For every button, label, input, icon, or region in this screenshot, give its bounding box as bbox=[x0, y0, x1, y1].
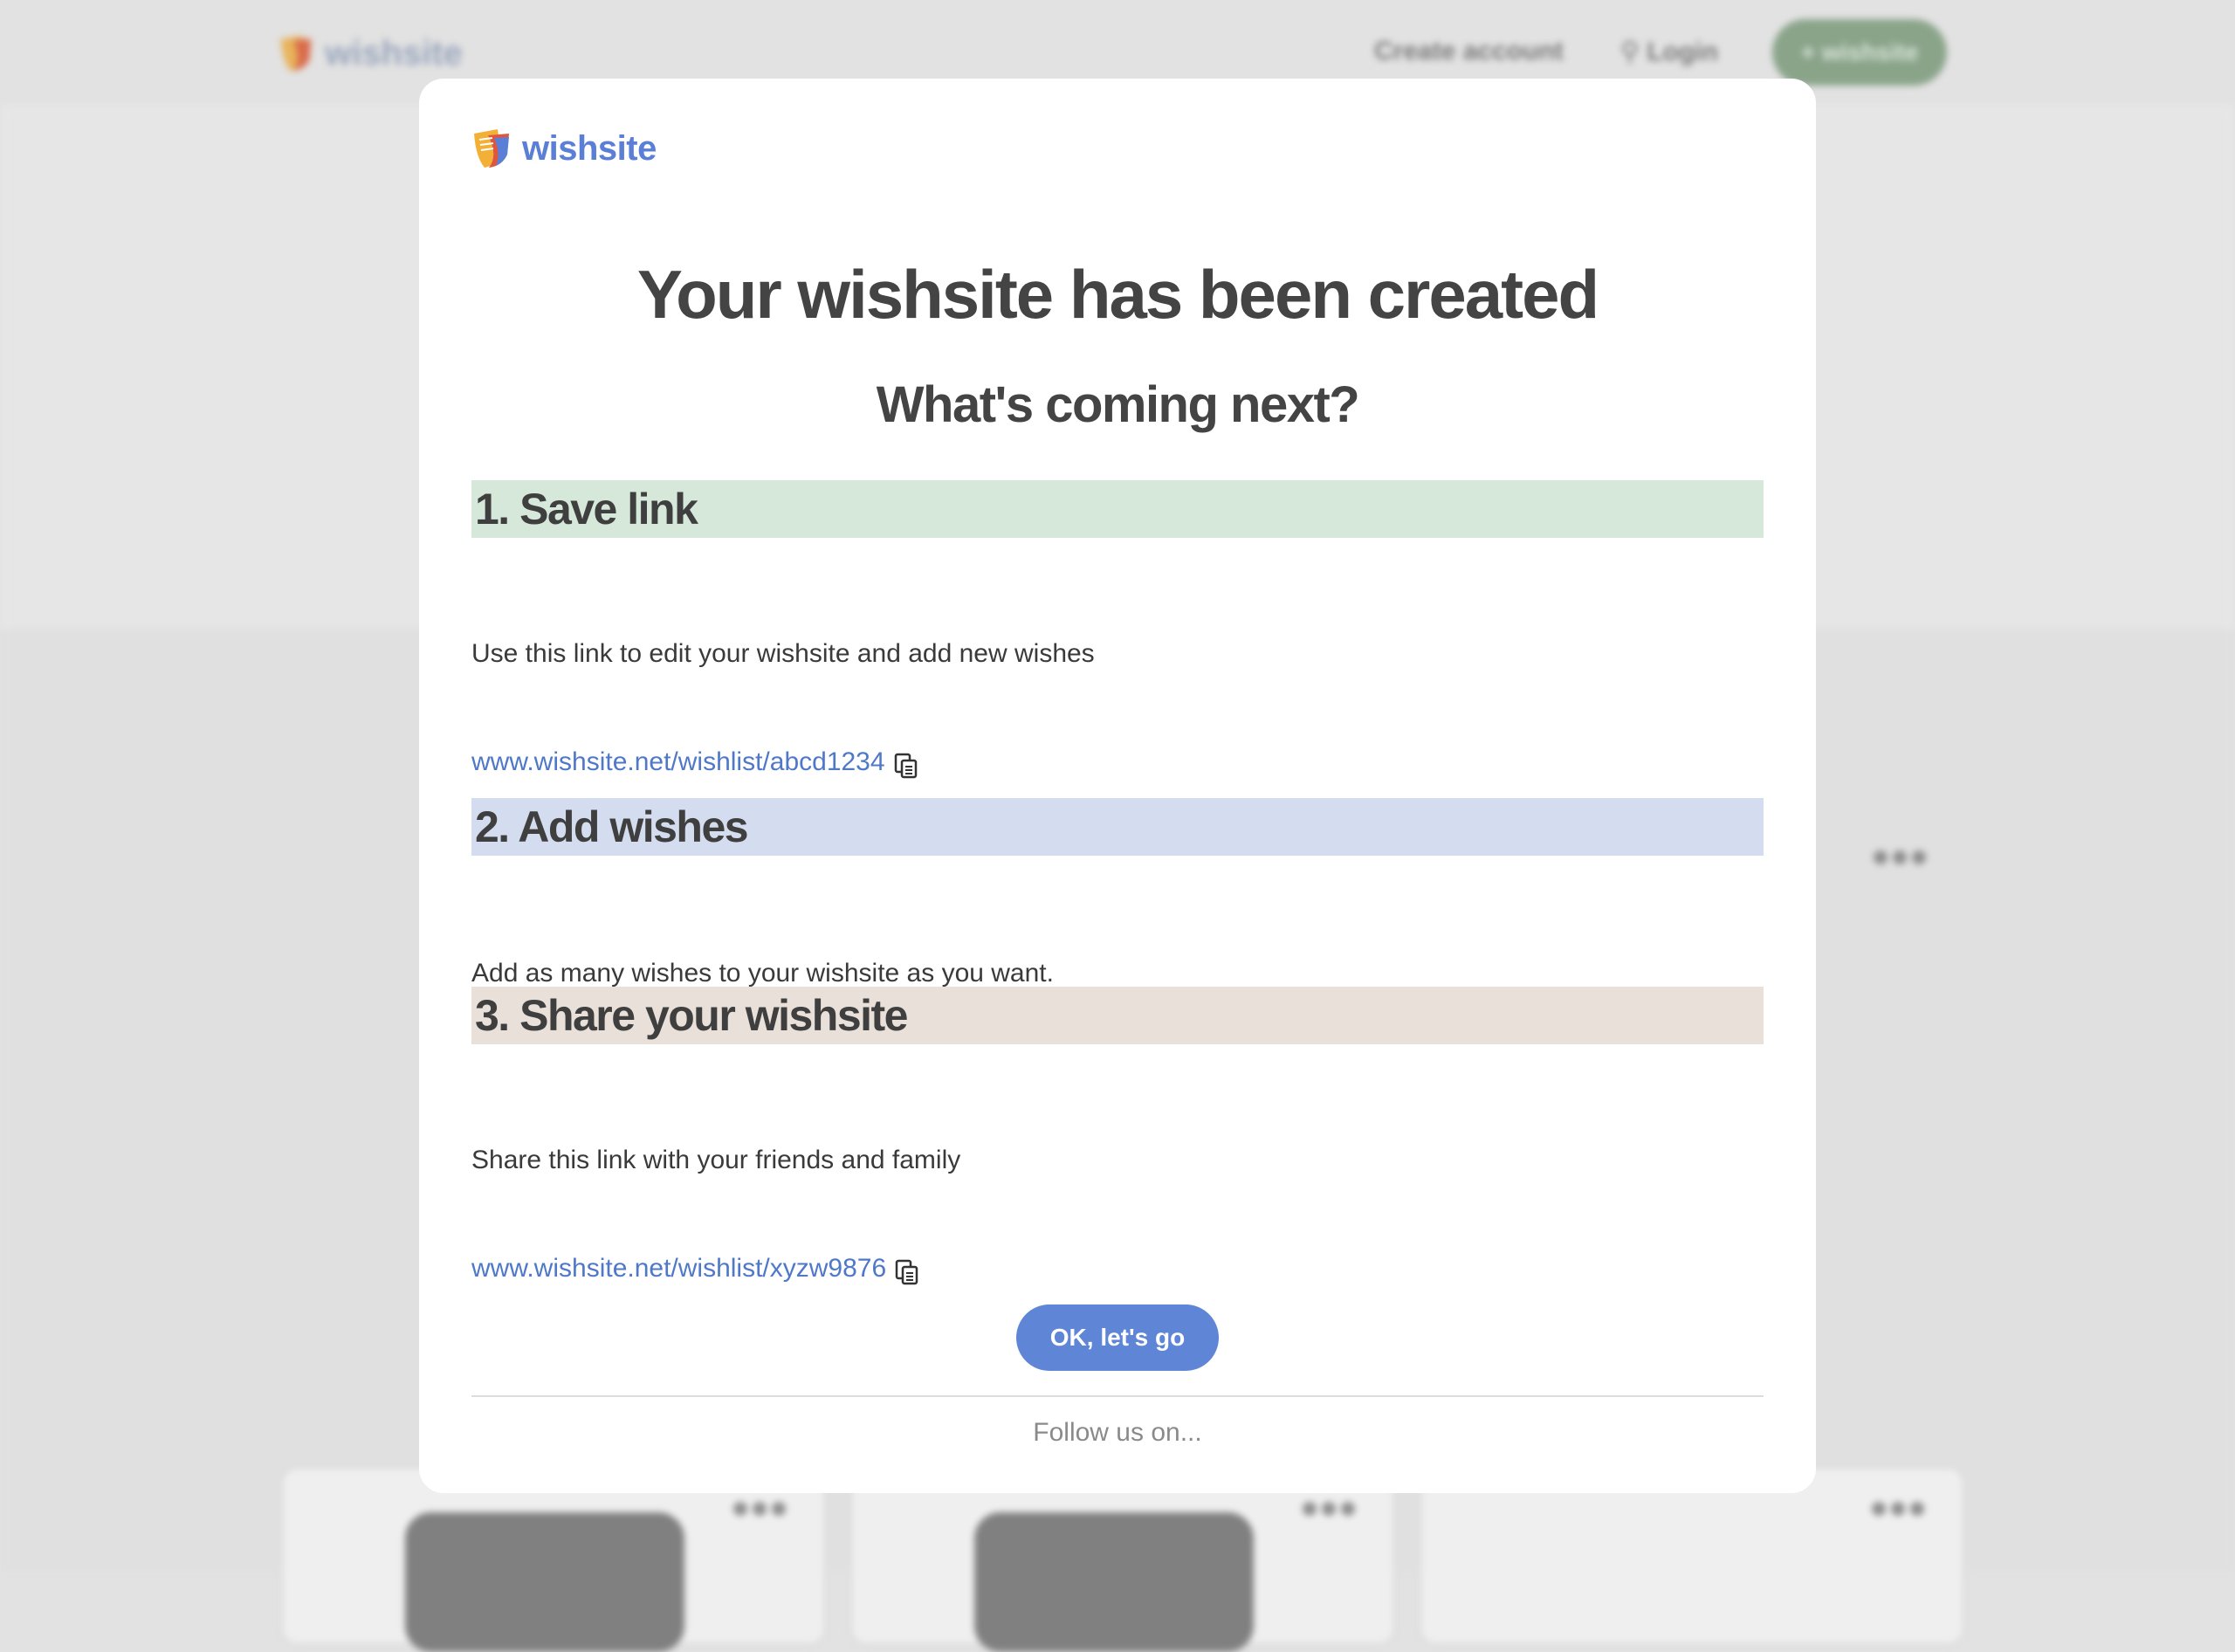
share-link[interactable]: www.wishsite.net/wishlist/xyzw9876 bbox=[471, 1254, 886, 1284]
modal-logo: wishsite bbox=[471, 127, 657, 169]
logo-text: wishsite bbox=[522, 128, 657, 168]
copy-icon[interactable] bbox=[892, 751, 922, 781]
wishsite-logo-icon bbox=[280, 35, 312, 72]
background-card bbox=[1420, 1467, 1964, 1645]
step-save-link-text: Use this link to edit your wishsite and … bbox=[471, 639, 1095, 668]
copy-icon[interactable] bbox=[893, 1257, 923, 1287]
more-dots-icon[interactable] bbox=[1872, 1502, 1924, 1516]
login-label: Login bbox=[1647, 38, 1718, 66]
background-card-image bbox=[405, 1512, 684, 1652]
footer-divider bbox=[471, 1395, 1764, 1397]
page-title: Your wishsite has been created bbox=[636, 256, 1599, 333]
edit-link-row: www.wishsite.net/wishlist/abcd1234 bbox=[471, 744, 922, 781]
ok-lets-go-button[interactable]: OK, let's go bbox=[1016, 1304, 1219, 1371]
create-wishsite-button[interactable]: + wishsite bbox=[1772, 19, 1947, 86]
wishsite-logo-icon bbox=[474, 129, 509, 168]
step-add-wishes-heading: 2. Add wishes bbox=[471, 798, 1764, 856]
edit-link[interactable]: www.wishsite.net/wishlist/abcd1234 bbox=[471, 747, 885, 777]
step-share-text: Share this link with your friends and fa… bbox=[471, 1146, 961, 1174]
success-modal: wishsite Your wishsite has been created … bbox=[419, 79, 1816, 1493]
follow-us-text: Follow us on... bbox=[1033, 1418, 1202, 1447]
login-link[interactable]: ⚲ Login bbox=[1620, 37, 1718, 67]
step-add-wishes-text: Add as many wishes to your wishsite as y… bbox=[471, 959, 1054, 988]
share-link-row: www.wishsite.net/wishlist/xyzw9876 bbox=[471, 1250, 923, 1287]
more-dots-icon[interactable] bbox=[733, 1502, 786, 1516]
step-share-heading: 3. Share your wishsite bbox=[471, 987, 1764, 1044]
background-card bbox=[281, 1467, 826, 1652]
more-dots-icon[interactable] bbox=[1874, 850, 1926, 864]
background-logo: wishsite bbox=[278, 33, 463, 73]
step-save-link-heading: 1. Save link bbox=[471, 480, 1764, 538]
more-dots-icon[interactable] bbox=[1303, 1502, 1355, 1516]
background-logo-text: wishsite bbox=[325, 33, 463, 72]
page-subtitle: What's coming next? bbox=[876, 376, 1360, 433]
background-card bbox=[850, 1467, 1395, 1652]
user-icon: ⚲ bbox=[1620, 38, 1647, 66]
create-account-link[interactable]: Create account bbox=[1374, 37, 1564, 66]
background-card-image bbox=[974, 1512, 1254, 1652]
